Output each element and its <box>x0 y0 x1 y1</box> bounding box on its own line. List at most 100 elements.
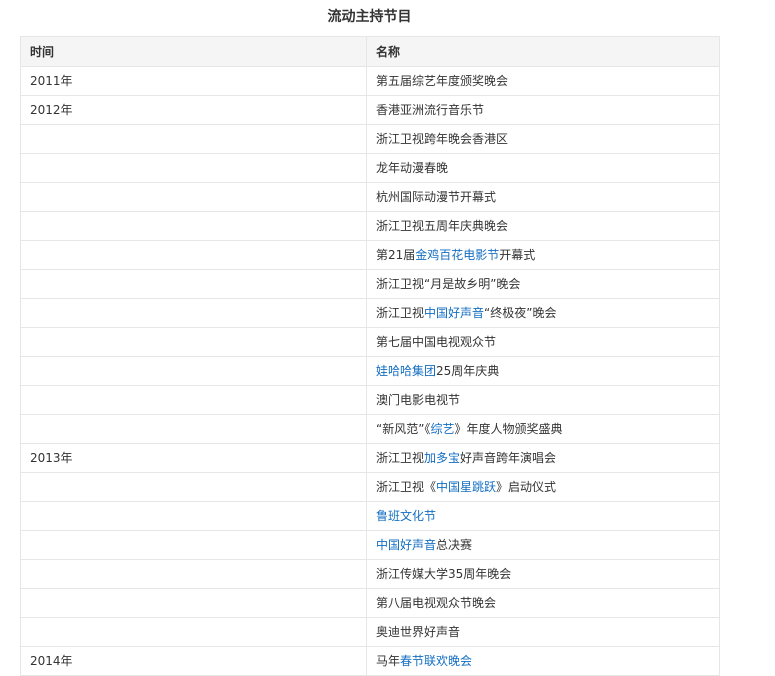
program-text: 香港亚洲流行音乐节 <box>376 103 485 117</box>
cell-name: 娃哈哈集团25周年庆典 <box>366 356 720 386</box>
table-row: 浙江卫视中国好声音“终极夜”晚会 <box>20 298 720 328</box>
table-header-row: 时间 名称 <box>20 36 720 67</box>
program-text: 总决赛 <box>436 538 473 552</box>
program-text: 》启动仪式 <box>496 480 557 494</box>
program-link[interactable]: 综艺 <box>430 422 454 436</box>
cell-name: 浙江传媒大学35周年晚会 <box>366 559 720 589</box>
program-text: 第五届综艺年度颁奖晚会 <box>376 74 509 88</box>
cell-name: 第五届综艺年度颁奖晚会 <box>366 66 720 96</box>
cell-time <box>20 501 367 531</box>
program-text: 杭州国际动漫节开幕式 <box>376 190 497 204</box>
program-link[interactable]: 娃哈哈集团 <box>376 364 436 378</box>
table-row: 杭州国际动漫节开幕式 <box>20 182 720 212</box>
program-text: 》年度人物颁奖盛典 <box>454 422 563 436</box>
program-text: 浙江卫视“月是故乡明”晚会 <box>376 277 521 291</box>
cell-name: 浙江卫视跨年晚会香港区 <box>366 124 720 154</box>
program-text: “终极夜”晚会 <box>484 306 557 320</box>
cell-time <box>20 414 367 444</box>
table-row: 2013年 浙江卫视加多宝好声音跨年演唱会 <box>20 443 720 473</box>
program-text: 浙江卫视 <box>376 306 425 320</box>
cell-time <box>20 588 367 618</box>
program-link[interactable]: 鲁班文化节 <box>376 509 436 523</box>
cell-time: 2013年 <box>20 443 367 473</box>
program-text: 浙江卫视五周年庆典晚会 <box>376 219 509 233</box>
cell-time <box>20 530 367 560</box>
program-link[interactable]: 中国星跳跃 <box>436 480 496 494</box>
table-row: 浙江卫视跨年晚会香港区 <box>20 124 720 154</box>
cell-name: 浙江卫视五周年庆典晚会 <box>366 211 720 241</box>
cell-name: 浙江卫视“月是故乡明”晚会 <box>366 269 720 299</box>
cell-name: 浙江卫视《中国星跳跃》启动仪式 <box>366 472 720 502</box>
cell-name: 第七届中国电视观众节 <box>366 327 720 357</box>
cell-name: 龙年动漫春晚 <box>366 153 720 183</box>
cell-time <box>20 211 367 241</box>
program-link[interactable]: 春节联欢晚会 <box>400 654 472 668</box>
cell-time: 2012年 <box>20 95 367 125</box>
table-row: 浙江卫视五周年庆典晚会 <box>20 211 720 241</box>
table-row: 龙年动漫春晚 <box>20 153 720 183</box>
cell-name: 澳门电影电视节 <box>366 385 720 415</box>
cell-name: 第21届金鸡百花电影节开幕式 <box>366 240 720 270</box>
table-row: 第21届金鸡百花电影节开幕式 <box>20 240 720 270</box>
program-text: 马年 <box>376 654 401 668</box>
program-link[interactable]: 金鸡百花电影节 <box>415 248 499 262</box>
program-text: 好声音跨年演唱会 <box>460 451 557 465</box>
program-text: 第21届 <box>376 248 416 262</box>
table-row: 2014年 马年春节联欢晚会 <box>20 646 720 676</box>
cell-name: 奥迪世界好声音 <box>366 617 720 647</box>
column-header-time: 时间 <box>20 36 367 67</box>
table-row: 奥迪世界好声音 <box>20 617 720 647</box>
program-text: 第八届电视观众节晚会 <box>376 596 497 610</box>
program-text: 浙江卫视跨年晚会香港区 <box>376 132 509 146</box>
cell-time <box>20 298 367 328</box>
program-text: “新风范”《 <box>376 422 431 436</box>
table-row: 第八届电视观众节晚会 <box>20 588 720 618</box>
cell-name: 浙江卫视中国好声音“终极夜”晚会 <box>366 298 720 328</box>
table-body: 2011年 第五届综艺年度颁奖晚会 2012年 香港亚洲流行音乐节 浙江卫视跨年晚会香港… <box>20 66 720 676</box>
cell-time <box>20 559 367 589</box>
program-text: 浙江卫视 <box>376 451 425 465</box>
cell-time <box>20 356 367 386</box>
table-row: 浙江卫视“月是故乡明”晚会 <box>20 269 720 299</box>
table-row: 第七届中国电视观众节 <box>20 327 720 357</box>
cell-time <box>20 385 367 415</box>
cell-name: 浙江卫视加多宝好声音跨年演唱会 <box>366 443 720 473</box>
program-text: 浙江卫视《 <box>376 480 437 494</box>
table-row: 2011年 第五届综艺年度颁奖晚会 <box>20 66 720 96</box>
cell-name: “新风范”《综艺》年度人物颁奖盛典 <box>366 414 720 444</box>
table-row: 鲁班文化节 <box>20 501 720 531</box>
program-link[interactable]: 中国好声音 <box>376 538 436 552</box>
cell-time <box>20 617 367 647</box>
cell-time <box>20 153 367 183</box>
table-row: 中国好声音总决赛 <box>20 530 720 560</box>
table-title: 流动主持节目 <box>327 9 412 25</box>
cell-name: 马年春节联欢晚会 <box>366 646 720 676</box>
program-link[interactable]: 中国好声音 <box>424 306 484 320</box>
hosting-programs-table: 时间 名称 2011年 第五届综艺年度颁奖晚会 2012年 香港亚洲流行音乐节 浙江卫视… <box>20 36 720 676</box>
cell-name: 杭州国际动漫节开幕式 <box>366 182 720 212</box>
program-text: 澳门电影电视节 <box>376 393 461 407</box>
table-row: 浙江卫视《中国星跳跃》启动仪式 <box>20 472 720 502</box>
cell-time <box>20 124 367 154</box>
table-row: 浙江传媒大学35周年晚会 <box>20 559 720 589</box>
column-header-name: 名称 <box>366 36 720 67</box>
cell-time <box>20 327 367 357</box>
program-link[interactable]: 加多宝 <box>424 451 460 465</box>
program-text: 第七届中国电视观众节 <box>376 335 497 349</box>
cell-name: 第八届电视观众节晚会 <box>366 588 720 618</box>
table-row: 澳门电影电视节 <box>20 385 720 415</box>
cell-time <box>20 240 367 270</box>
cell-name: 鲁班文化节 <box>366 501 720 531</box>
program-text: 奥迪世界好声音 <box>376 625 461 639</box>
program-text: 龙年动漫春晚 <box>376 161 449 175</box>
program-text: 25周年庆典 <box>436 364 500 378</box>
cell-time <box>20 269 367 299</box>
cell-time <box>20 182 367 212</box>
cell-name: 香港亚洲流行音乐节 <box>366 95 720 125</box>
cell-time: 2014年 <box>20 646 367 676</box>
program-text: 浙江传媒大学35周年晚会 <box>376 567 512 581</box>
table-row: 娃哈哈集团25周年庆典 <box>20 356 720 386</box>
cell-time: 2011年 <box>20 66 367 96</box>
table-row: “新风范”《综艺》年度人物颁奖盛典 <box>20 414 720 444</box>
program-text: 开幕式 <box>499 248 536 262</box>
